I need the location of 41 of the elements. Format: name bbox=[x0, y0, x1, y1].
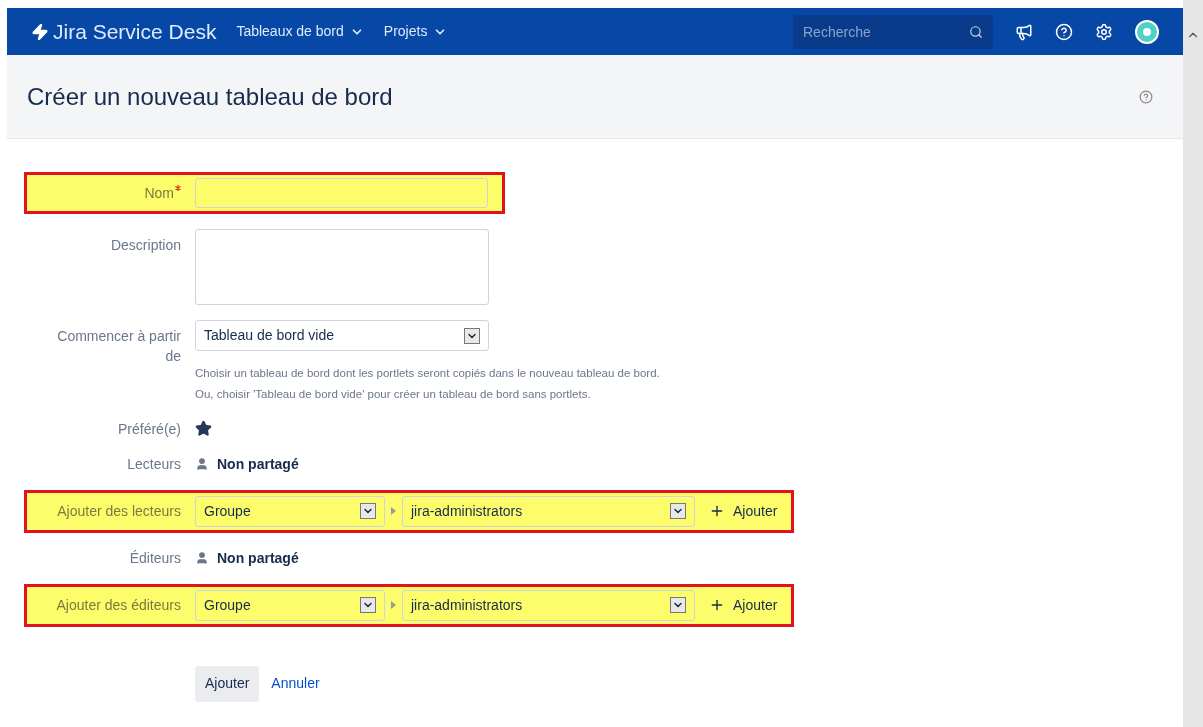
name-input-field[interactable] bbox=[195, 178, 488, 208]
field-label: Lecteurs bbox=[127, 455, 181, 474]
field-label: Nom bbox=[144, 183, 181, 203]
person-icon bbox=[195, 457, 209, 471]
logo-icon bbox=[31, 22, 49, 41]
add-share-button[interactable]: Ajouter bbox=[709, 594, 778, 616]
dropdown[interactable]: jira-administrators bbox=[402, 589, 695, 621]
dropdown[interactable]: jira-administrators bbox=[402, 495, 695, 527]
avatar-icon[interactable] bbox=[1135, 19, 1159, 44]
search-icon bbox=[969, 24, 983, 39]
dropdown[interactable]: Groupe bbox=[195, 589, 385, 621]
megaphone-icon[interactable] bbox=[1015, 22, 1033, 41]
person-icon bbox=[195, 551, 209, 565]
search-field[interactable]: Recherche bbox=[793, 14, 993, 49]
cancel-link[interactable]: Annuler bbox=[271, 673, 320, 694]
help-text: Ou, choisir 'Tableau de bord vide' pour créer un tableau de bord sans portlets. bbox=[195, 387, 592, 403]
plus-icon bbox=[709, 503, 725, 519]
nav-menu[interactable]: Tableaux de bord bbox=[236, 21, 364, 42]
product-name[interactable]: Jira Service Desk bbox=[53, 15, 217, 48]
field-label: Éditeurs bbox=[129, 549, 181, 568]
nav-menu[interactable]: Projets bbox=[383, 21, 448, 42]
share-status: Non partagé bbox=[217, 454, 299, 474]
field-label: Ajouter des éditeurs bbox=[56, 596, 181, 615]
field-label: Préféré(e) bbox=[117, 419, 181, 439]
caret-icon bbox=[391, 507, 396, 515]
add-share-button[interactable]: Ajouter bbox=[709, 500, 778, 522]
plus-icon bbox=[709, 597, 725, 613]
scrollbar[interactable] bbox=[1183, 0, 1203, 727]
description-field[interactable] bbox=[195, 229, 489, 305]
caret-icon bbox=[391, 601, 396, 609]
field-label: Ajouter des lecteurs bbox=[57, 502, 181, 521]
share-status: Non partagé bbox=[217, 548, 299, 568]
help-text: Choisir un tableau de bord dont les portlets seront copiés dans le nouveau tableau de bord. bbox=[195, 366, 660, 381]
star-icon[interactable] bbox=[195, 420, 212, 437]
dropdown[interactable]: Tableau de bord vide bbox=[195, 320, 489, 351]
add-button[interactable]: Ajouter bbox=[195, 665, 260, 702]
field-label: Description bbox=[110, 236, 181, 255]
page-title: Créer un nouveau tableau de bord bbox=[27, 81, 393, 112]
settings-icon[interactable] bbox=[1095, 22, 1113, 41]
field-label: Commencer à partir de bbox=[56, 327, 181, 366]
dropdown[interactable]: Groupe bbox=[195, 495, 385, 527]
